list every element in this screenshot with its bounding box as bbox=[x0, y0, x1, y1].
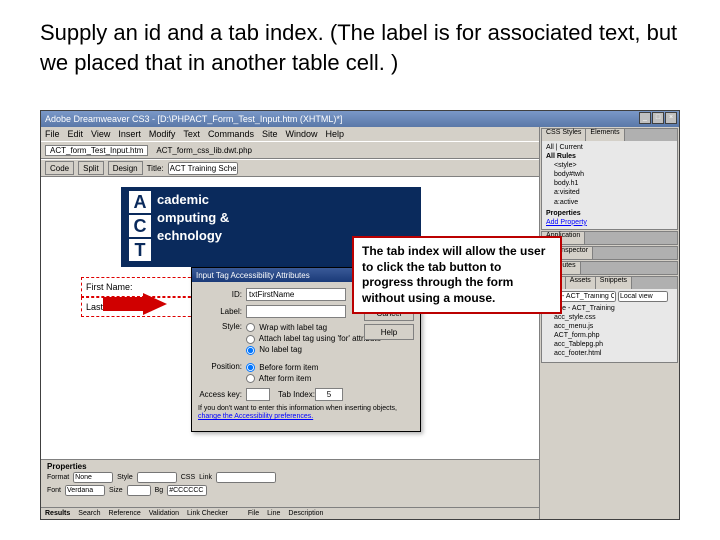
minimize-button[interactable]: _ bbox=[639, 112, 651, 124]
menu-edit[interactable]: Edit bbox=[68, 129, 84, 139]
menu-modify[interactable]: Modify bbox=[149, 129, 176, 139]
size-label: Size bbox=[109, 487, 123, 494]
arrow-icon bbox=[103, 293, 167, 315]
format-label: Format bbox=[47, 474, 69, 481]
view-select[interactable] bbox=[618, 291, 668, 302]
css-tab[interactable]: CSS Styles bbox=[542, 129, 586, 141]
file-tree: Site - ACT_Training acc_style.css acc_me… bbox=[546, 302, 673, 361]
tree-file[interactable]: acc_menu.js bbox=[548, 322, 671, 331]
id-input[interactable] bbox=[246, 288, 346, 301]
col-desc: Description bbox=[288, 510, 323, 517]
tree-file[interactable]: acc_style.css bbox=[548, 313, 671, 322]
css-current[interactable]: Current bbox=[560, 144, 583, 151]
accesskey-input[interactable] bbox=[246, 388, 270, 401]
elements-tab[interactable]: Elements bbox=[586, 129, 624, 141]
logo-word-2: omputing & bbox=[157, 209, 229, 227]
font-select[interactable] bbox=[65, 485, 105, 496]
close-button[interactable]: × bbox=[665, 112, 677, 124]
tabindex-input[interactable] bbox=[315, 388, 343, 401]
style-label: Style bbox=[117, 474, 133, 481]
style-opt-1[interactable]: Wrap with label tag bbox=[246, 322, 381, 333]
tree-site[interactable]: Site - ACT_Training bbox=[548, 304, 671, 313]
style-opt-2[interactable]: Attach label tag using 'for' attribute bbox=[246, 333, 381, 344]
logo-letter-c: C bbox=[129, 215, 151, 237]
design-view-button[interactable]: Design bbox=[108, 161, 143, 175]
css-rule[interactable]: a:visited bbox=[546, 188, 673, 197]
label-input[interactable] bbox=[246, 305, 346, 318]
style-select[interactable] bbox=[137, 472, 177, 483]
properties-title: Properties bbox=[43, 462, 537, 471]
menu-help[interactable]: Help bbox=[325, 129, 344, 139]
code-view-button[interactable]: Code bbox=[45, 161, 74, 175]
logo-word-3: echnology bbox=[157, 227, 229, 245]
position-opt-2[interactable]: After form item bbox=[246, 373, 318, 384]
menu-insert[interactable]: Insert bbox=[118, 129, 141, 139]
css-label: CSS bbox=[181, 474, 195, 481]
callout-box: The tab index will allow the user to cli… bbox=[352, 236, 562, 314]
tree-file[interactable]: ACT_form.php bbox=[548, 331, 671, 340]
logo-letter-a: A bbox=[129, 191, 151, 213]
menu-site[interactable]: Site bbox=[262, 129, 278, 139]
assets-tab[interactable]: Assets bbox=[566, 277, 596, 289]
font-label: Font bbox=[47, 487, 61, 494]
prefs-link[interactable]: change the Accessibility preferences. bbox=[198, 413, 313, 420]
titlebar-text: Adobe Dreamweaver CS3 - [D:\PHPACT_Form_… bbox=[45, 114, 342, 124]
dialog-hint: If you don't want to enter this informat… bbox=[198, 405, 414, 422]
style-opt-3[interactable]: No label tag bbox=[246, 344, 381, 355]
css-all[interactable]: All bbox=[546, 144, 554, 151]
bg-input[interactable] bbox=[167, 485, 207, 496]
results-tab-linkchk[interactable]: Link Checker bbox=[187, 510, 228, 517]
snippets-tab[interactable]: Snippets bbox=[596, 277, 632, 289]
properties-section: Properties bbox=[546, 209, 673, 218]
col-line: Line bbox=[267, 510, 280, 517]
results-tab-validation[interactable]: Validation bbox=[149, 510, 179, 517]
menu-file[interactable]: File bbox=[45, 129, 60, 139]
right-panels: CSS Styles Elements All | Current All Ru… bbox=[539, 127, 679, 519]
design-area: A C T cademic omputing & echnology First… bbox=[41, 177, 539, 459]
properties-panel: Properties Format Style CSS Link Font Si… bbox=[41, 459, 539, 507]
app-window: Adobe Dreamweaver CS3 - [D:\PHPACT_Form_… bbox=[40, 110, 680, 520]
css-rule[interactable]: <style> bbox=[546, 161, 673, 170]
style-label: Style: bbox=[198, 322, 246, 331]
menu-view[interactable]: View bbox=[91, 129, 110, 139]
logo-letter-t: T bbox=[129, 239, 151, 261]
id-label: ID: bbox=[198, 290, 246, 299]
label-label: Label: bbox=[198, 307, 246, 316]
title-label: Title: bbox=[147, 164, 164, 173]
results-tab-reference[interactable]: Reference bbox=[108, 510, 140, 517]
position-label: Position: bbox=[198, 362, 246, 371]
all-rules-label: All Rules bbox=[546, 152, 673, 161]
split-view-button[interactable]: Split bbox=[78, 161, 104, 175]
menu-commands[interactable]: Commands bbox=[208, 129, 254, 139]
add-property-link[interactable]: Add Property bbox=[546, 218, 673, 227]
position-opt-1[interactable]: Before form item bbox=[246, 362, 318, 373]
results-panel: Results Search Reference Validation Link… bbox=[41, 507, 539, 519]
doc-tab-1[interactable]: ACT_form_Test_Input.htm bbox=[45, 145, 148, 156]
menu-window[interactable]: Window bbox=[285, 129, 317, 139]
css-panel: CSS Styles Elements All | Current All Ru… bbox=[541, 128, 678, 230]
tabindex-label: Tab Index: bbox=[278, 390, 315, 399]
titlebar: Adobe Dreamweaver CS3 - [D:\PHPACT_Form_… bbox=[41, 111, 679, 127]
accesskey-label: Access key: bbox=[198, 390, 246, 399]
size-input[interactable] bbox=[127, 485, 151, 496]
format-select[interactable] bbox=[73, 472, 113, 483]
css-rule[interactable]: body#twh bbox=[546, 170, 673, 179]
results-tab-search[interactable]: Search bbox=[78, 510, 100, 517]
title-input[interactable] bbox=[168, 162, 238, 175]
bg-label: Bg bbox=[155, 487, 164, 494]
menu-text[interactable]: Text bbox=[183, 129, 200, 139]
help-button[interactable]: Help bbox=[364, 324, 414, 340]
link-label: Link bbox=[199, 474, 212, 481]
tree-file[interactable]: acc_Tablepg.ph bbox=[548, 340, 671, 349]
page-heading: Supply an id and a tab index. (The label… bbox=[40, 18, 680, 77]
col-file: File bbox=[248, 510, 259, 517]
logo-word-1: cademic bbox=[157, 191, 229, 209]
maximize-button[interactable]: □ bbox=[652, 112, 664, 124]
doc-tab-2[interactable]: ACT_form_css_lib.dwt.php bbox=[152, 146, 256, 155]
results-title: Results bbox=[45, 510, 70, 517]
css-rule[interactable]: body.h1 bbox=[546, 179, 673, 188]
css-rule[interactable]: a:active bbox=[546, 198, 673, 207]
tree-file[interactable]: acc_footer.html bbox=[548, 349, 671, 358]
link-input[interactable] bbox=[216, 472, 276, 483]
